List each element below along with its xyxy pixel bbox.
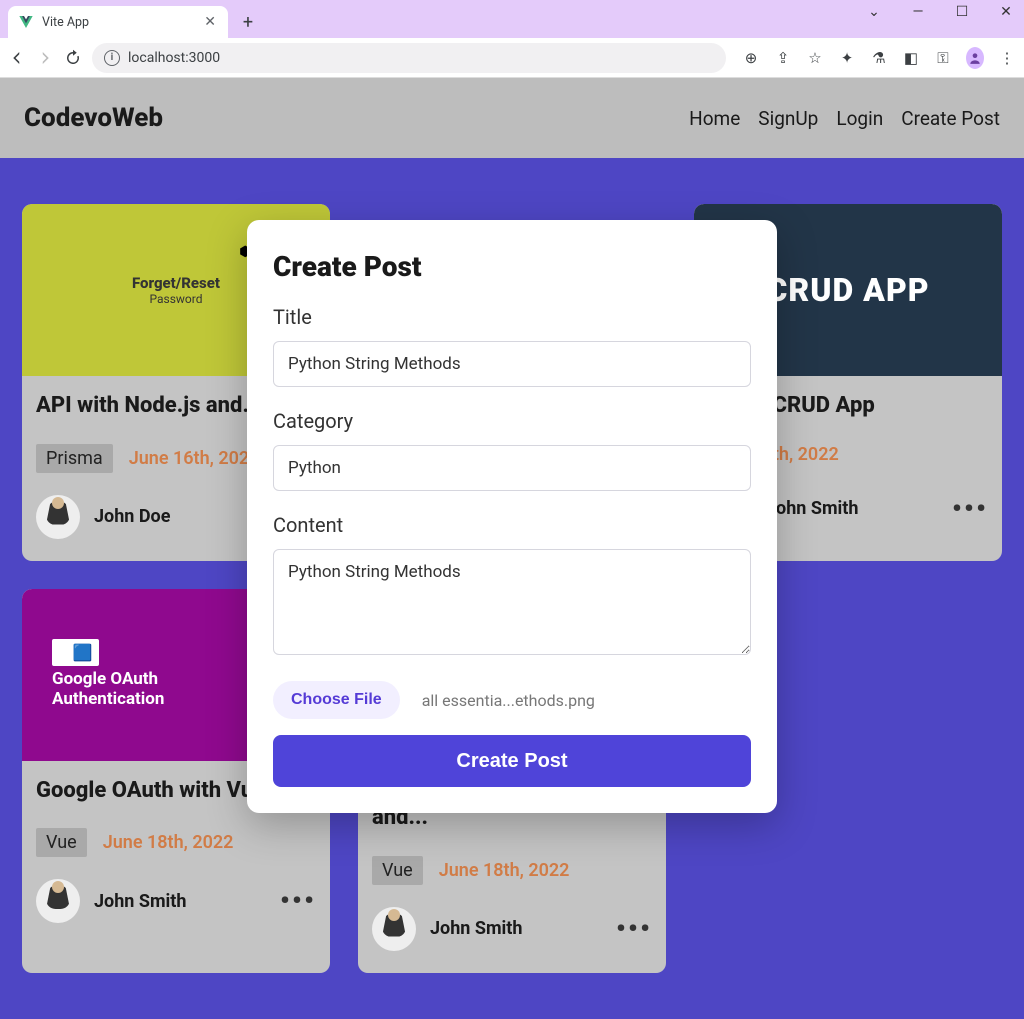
back-icon[interactable] bbox=[8, 49, 26, 67]
panel-icon[interactable]: ◧ bbox=[902, 49, 920, 67]
forward-icon bbox=[36, 49, 54, 67]
address-bar: i localhost:3000 ⊕ ⇪ ☆ ✦ ⚗ ◧ ⚿ ⋮ bbox=[0, 38, 1024, 78]
browser-tab[interactable]: Vite App ✕ bbox=[8, 6, 228, 38]
submit-create-post-button[interactable]: Create Post bbox=[273, 735, 751, 787]
url-text: localhost:3000 bbox=[128, 50, 220, 66]
new-tab-button[interactable]: + bbox=[234, 8, 262, 36]
chevron-down-icon[interactable]: ⌄ bbox=[862, 4, 886, 20]
category-label: Category bbox=[273, 409, 751, 433]
modal-heading: Create Post bbox=[273, 250, 751, 283]
tab-title: Vite App bbox=[42, 15, 89, 30]
share-icon[interactable]: ⇪ bbox=[774, 49, 792, 67]
extensions-icon[interactable]: ✦ bbox=[838, 49, 856, 67]
content-textarea[interactable] bbox=[273, 549, 751, 655]
reload-icon[interactable] bbox=[64, 49, 82, 67]
lab-icon[interactable]: ⚗ bbox=[870, 49, 888, 67]
close-window-icon[interactable]: ✕ bbox=[994, 4, 1018, 20]
title-input[interactable] bbox=[273, 341, 751, 387]
browser-chrome: Vite App ✕ + ⌄ — ☐ ✕ i localhost:3000 ⊕ … bbox=[0, 0, 1024, 78]
profile-avatar-icon[interactable] bbox=[966, 47, 984, 69]
create-post-modal: Create Post Title Category Content Choos… bbox=[247, 220, 777, 813]
kebab-menu-icon[interactable]: ⋮ bbox=[998, 49, 1016, 67]
tab-bar: Vite App ✕ + ⌄ — ☐ ✕ bbox=[0, 0, 1024, 38]
zoom-icon[interactable]: ⊕ bbox=[742, 49, 760, 67]
window-controls: ⌄ — ☐ ✕ bbox=[862, 4, 1018, 20]
category-input[interactable] bbox=[273, 445, 751, 491]
maximize-icon[interactable]: ☐ bbox=[950, 4, 974, 20]
title-label: Title bbox=[273, 305, 751, 329]
selected-file-name: all essentia...ethods.png bbox=[422, 691, 595, 710]
vue-favicon-icon bbox=[18, 14, 34, 30]
key-icon[interactable]: ⚿ bbox=[934, 49, 952, 67]
tab-close-icon[interactable]: ✕ bbox=[202, 12, 218, 32]
star-icon[interactable]: ☆ bbox=[806, 49, 824, 67]
page: CodevoWeb Home SignUp Login Create Post … bbox=[0, 78, 1024, 1017]
choose-file-button[interactable]: Choose File bbox=[273, 681, 400, 719]
minimize-icon[interactable]: — bbox=[906, 4, 930, 20]
url-input[interactable]: i localhost:3000 bbox=[92, 43, 726, 73]
site-info-icon[interactable]: i bbox=[104, 50, 120, 66]
content-label: Content bbox=[273, 513, 751, 537]
